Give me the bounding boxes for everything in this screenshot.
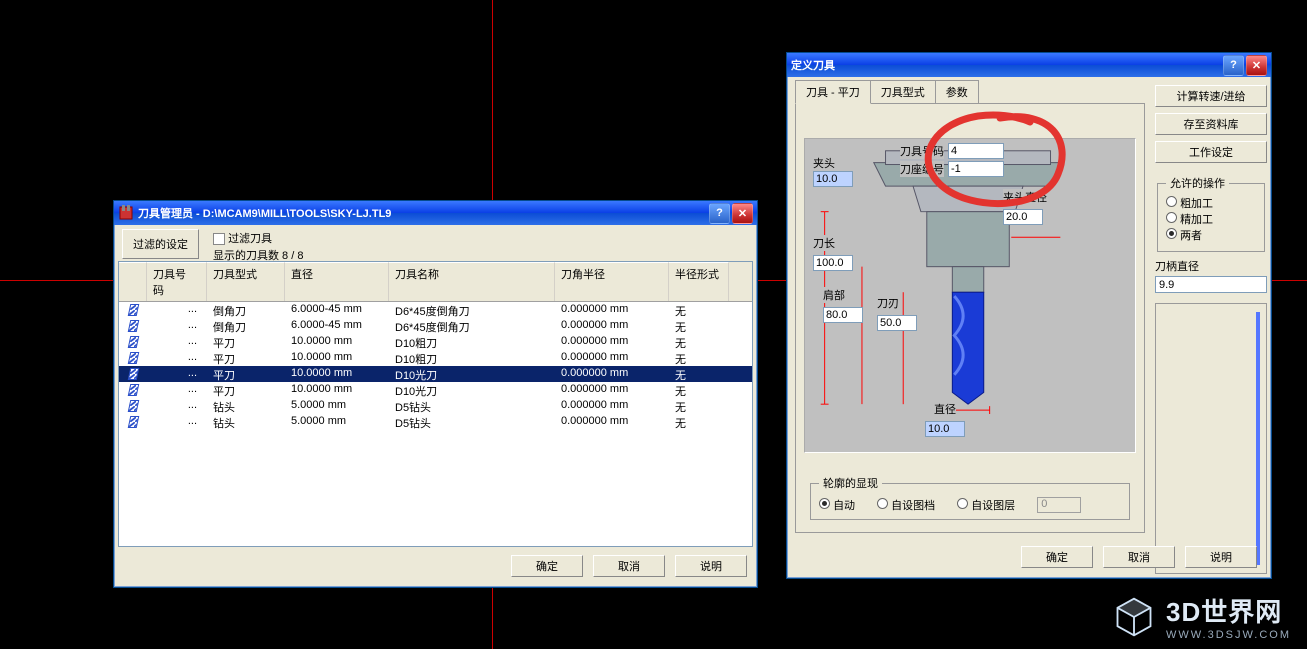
head-diameter-input[interactable] [1003, 209, 1043, 225]
profile-auto-option[interactable]: 自动 [819, 497, 855, 513]
tool-number-label: 刀具号码 [900, 143, 944, 159]
close-button[interactable]: ✕ [1246, 55, 1267, 76]
tab-page: 夹头 刀具号码 刀座编号 夹头直径 [795, 103, 1145, 533]
table-row[interactable]: ...平刀10.0000 mmD10光刀0.000000 mm无 [119, 366, 752, 382]
layer-number-input: 0 [1037, 497, 1081, 513]
tool-define-titlebar[interactable]: 定义刀具 ? ✕ [787, 53, 1271, 77]
diameter-label: 直径 [934, 401, 956, 417]
shoulder-label: 肩部 [823, 287, 845, 303]
tab-strip: 刀具 - 平刀 刀具型式 参数 [795, 81, 1149, 103]
tool-icon [127, 368, 139, 380]
cancel-button[interactable]: 取消 [1103, 546, 1175, 568]
ok-button[interactable]: 确定 [511, 555, 583, 577]
tool-icon [127, 336, 139, 348]
help-text-button[interactable]: 说明 [675, 555, 747, 577]
both-option[interactable]: 两者 [1166, 230, 1202, 242]
tool-define-title: 定义刀具 [791, 57, 1223, 73]
profile-custom-layer-option[interactable]: 自设图层 [957, 497, 1015, 513]
tool-diagram: 夹头 刀具号码 刀座编号 夹头直径 [804, 138, 1136, 453]
table-row[interactable]: ...倒角刀6.0000-45 mmD6*45度倒角刀0.000000 mm无 [119, 302, 752, 318]
col-radius[interactable]: 刀角半径 [555, 262, 669, 301]
col-type[interactable]: 刀具型式 [207, 262, 285, 301]
table-row[interactable]: ...平刀10.0000 mmD10粗刀0.000000 mm无 [119, 350, 752, 366]
tool-icon [127, 352, 139, 364]
col-diameter[interactable]: 直径 [285, 262, 389, 301]
holder-label: 夹头 [813, 155, 835, 171]
tool-icon [127, 384, 139, 396]
tool-length-input[interactable] [813, 255, 853, 271]
app-icon [118, 205, 134, 221]
table-row[interactable]: ...平刀10.0000 mmD10光刀0.000000 mm无 [119, 382, 752, 398]
watermark-logo-icon [1112, 595, 1156, 639]
save-to-db-button[interactable]: 存至资料库 [1155, 113, 1267, 135]
tool-icon [127, 416, 139, 428]
tool-define-window: 定义刀具 ? ✕ 刀具 - 平刀 刀具型式 参数 [786, 52, 1272, 579]
tool-length-label: 刀长 [813, 235, 835, 251]
rough-option[interactable]: 粗加工 [1166, 198, 1213, 210]
cut-length-label: 刀刃 [877, 295, 899, 311]
profile-display-group: 轮廓的显现 自动 自设图档 自设图层 0 [810, 475, 1130, 520]
shoulder-input[interactable] [823, 307, 863, 323]
help-button[interactable]: ? [709, 203, 730, 224]
tool-icon [127, 320, 139, 332]
allowed-ops-group: 允许的操作 粗加工 精加工 两者 [1157, 175, 1265, 252]
table-row[interactable]: ...钻头5.0000 mmD5钻头0.000000 mm无 [119, 414, 752, 430]
tool-manager-titlebar[interactable]: 刀具管理员 - D:\MCAM9\MILL\TOOLS\SKY-LJ.TL9 ?… [114, 201, 757, 225]
holder-input[interactable] [813, 171, 853, 187]
grid-header: 刀具号码 刀具型式 直径 刀具名称 刀角半径 半径形式 [119, 262, 752, 302]
table-row[interactable]: ...倒角刀6.0000-45 mmD6*45度倒角刀0.000000 mm无 [119, 318, 752, 334]
tool-icon [127, 400, 139, 412]
displayed-count: 显示的刀具数 8 / 8 [213, 246, 303, 263]
calc-speed-feed-button[interactable]: 计算转速/进给 [1155, 85, 1267, 107]
watermark-url: WWW.3DSJW.COM [1166, 629, 1291, 641]
tab-parameters[interactable]: 参数 [935, 80, 979, 103]
col-number[interactable]: 刀具号码 [147, 262, 207, 301]
allowed-ops-legend: 允许的操作 [1166, 175, 1229, 191]
tab-tool-type[interactable]: 刀具型式 [870, 80, 936, 103]
close-button[interactable]: ✕ [732, 203, 753, 224]
col-name[interactable]: 刀具名称 [389, 262, 555, 301]
tool-grid[interactable]: 刀具号码 刀具型式 直径 刀具名称 刀角半径 半径形式 ...倒角刀6.0000… [118, 261, 753, 547]
col-radius-type[interactable]: 半径形式 [669, 262, 729, 301]
work-setup-button[interactable]: 工作设定 [1155, 141, 1267, 163]
cancel-button[interactable]: 取消 [593, 555, 665, 577]
tool-number-input[interactable] [948, 143, 1004, 159]
filter-settings-button[interactable]: 过滤的设定 [122, 229, 199, 259]
head-diameter-label: 夹头直径 [1003, 189, 1047, 205]
ok-button[interactable]: 确定 [1021, 546, 1093, 568]
handle-preview [1155, 303, 1267, 574]
table-row[interactable]: ...钻头5.0000 mmD5钻头0.000000 mm无 [119, 398, 752, 414]
watermark: 3D世界网 WWW.3DSJW.COM [1112, 592, 1291, 641]
diameter-input[interactable] [925, 421, 965, 437]
tool-manager-title: 刀具管理员 - D:\MCAM9\MILL\TOOLS\SKY-LJ.TL9 [138, 205, 709, 221]
toolbar: 过滤的设定 过滤刀具 显示的刀具数 8 / 8 [114, 225, 757, 259]
help-button[interactable]: ? [1223, 55, 1244, 76]
handle-dia-label: 刀柄直径 [1155, 258, 1267, 274]
comp-number-input[interactable] [948, 161, 1004, 177]
filter-tools-checkbox[interactable] [213, 233, 225, 245]
cut-length-input[interactable] [877, 315, 917, 331]
finish-option[interactable]: 精加工 [1166, 214, 1213, 226]
table-row[interactable]: ...平刀10.0000 mmD10粗刀0.000000 mm无 [119, 334, 752, 350]
profile-legend: 轮廓的显现 [819, 475, 882, 491]
help-text-button[interactable]: 说明 [1185, 546, 1257, 568]
tool-icon [127, 304, 139, 316]
comp-number-label: 刀座编号 [900, 161, 944, 177]
profile-custom-file-option[interactable]: 自设图档 [877, 497, 935, 513]
tool-manager-window: 刀具管理员 - D:\MCAM9\MILL\TOOLS\SKY-LJ.TL9 ?… [113, 200, 758, 588]
watermark-name: 3D世界网 [1166, 592, 1291, 629]
tab-tool-flat[interactable]: 刀具 - 平刀 [795, 80, 871, 104]
filter-tools-label: 过滤刀具 [228, 229, 272, 246]
handle-dia-input[interactable] [1155, 276, 1267, 293]
